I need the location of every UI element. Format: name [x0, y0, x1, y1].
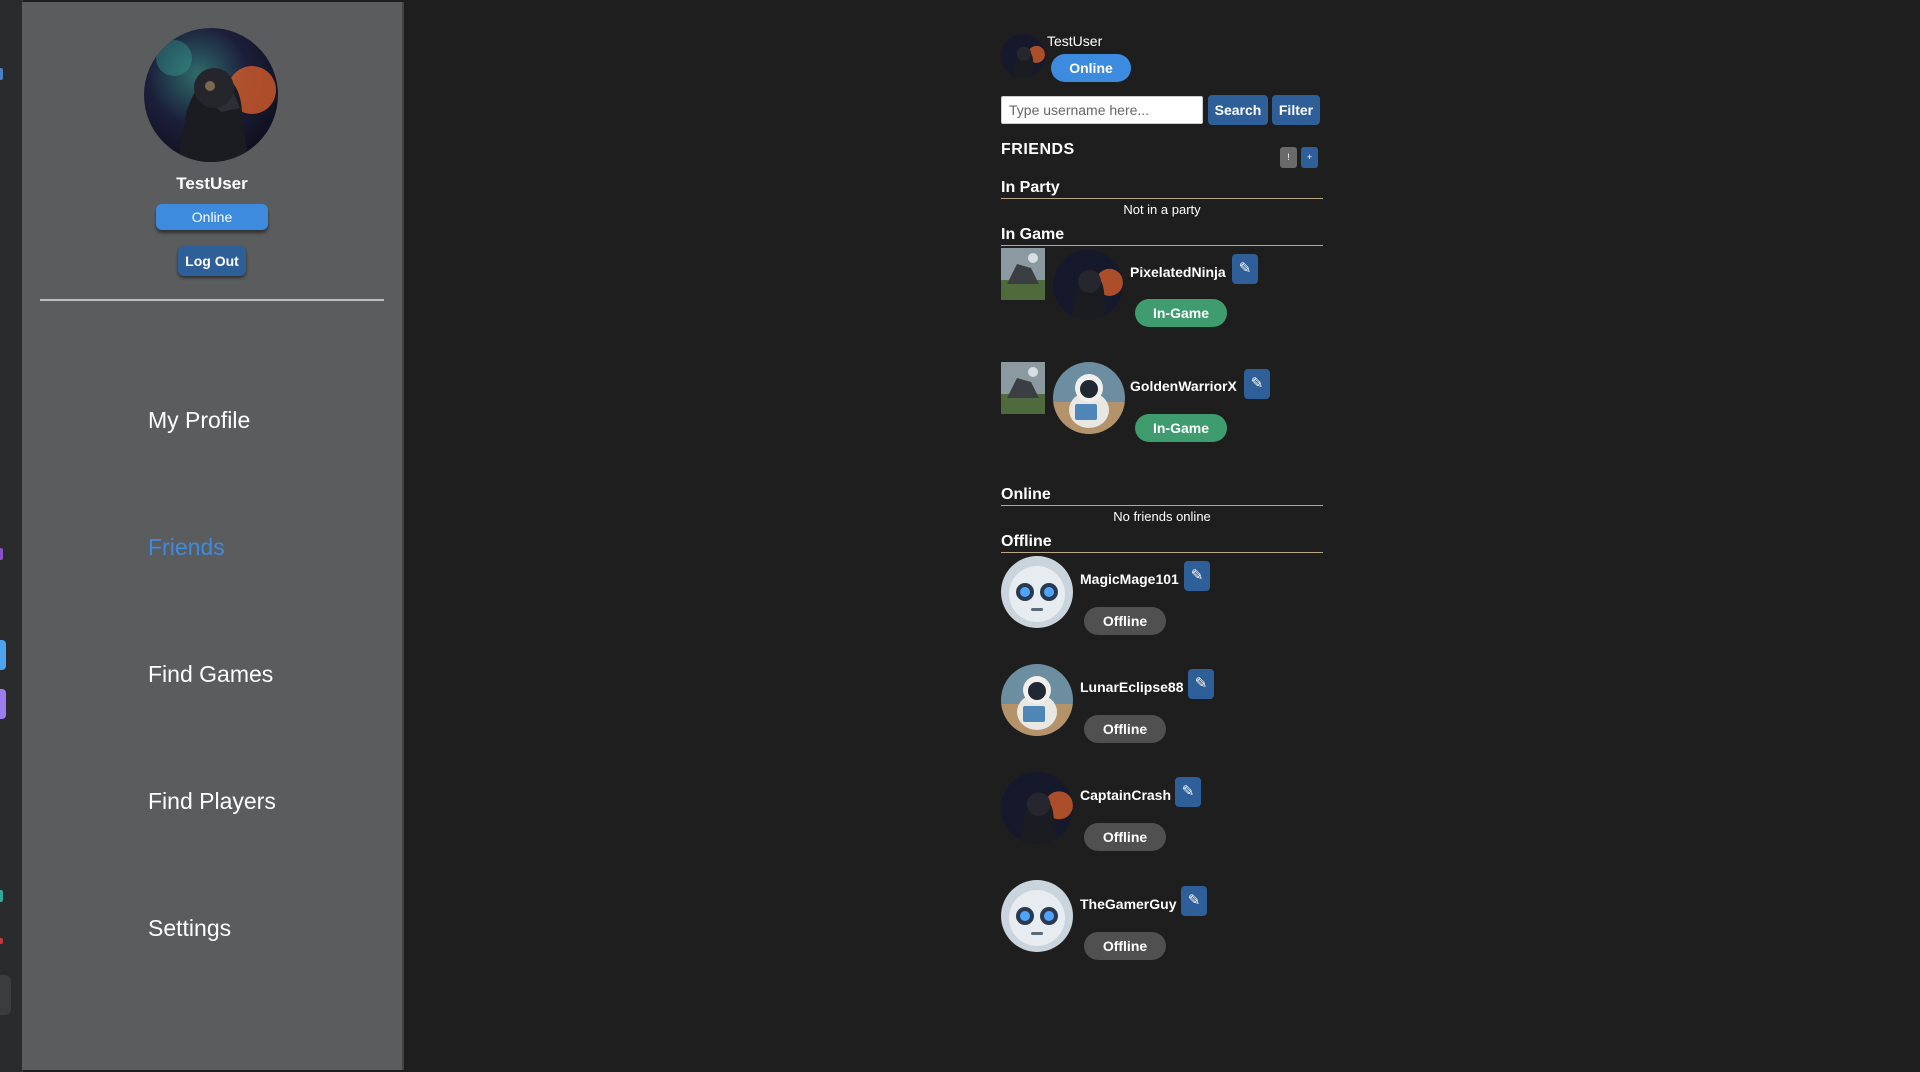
- sidebar-divider: [40, 299, 384, 301]
- section-offline: Offline: [1001, 532, 1323, 553]
- friend-status-badge: Offline: [1084, 823, 1166, 851]
- friend-name: PixelatedNinja: [1130, 264, 1226, 280]
- edit-icon[interactable]: ✎: [1175, 777, 1201, 807]
- section-in-party: In Party: [1001, 178, 1323, 199]
- user-avatar[interactable]: [144, 28, 278, 162]
- sidebar: TestUser Online Log Out My Profile Frien…: [22, 2, 404, 1070]
- nav-my-profile[interactable]: My Profile: [148, 407, 250, 434]
- dock-indicator: [0, 548, 3, 560]
- edit-icon[interactable]: ✎: [1184, 561, 1210, 591]
- current-user-status-button[interactable]: Online: [1051, 54, 1131, 82]
- friend-status-badge: In-Game: [1135, 414, 1227, 442]
- friend-name: TheGamerGuy: [1080, 896, 1177, 912]
- game-thumbnail[interactable]: [1001, 248, 1045, 300]
- friend-avatar[interactable]: [1001, 772, 1073, 844]
- friend-status-badge: In-Game: [1135, 299, 1227, 327]
- filter-button[interactable]: Filter: [1272, 95, 1320, 125]
- friend-avatar[interactable]: [1001, 880, 1073, 952]
- in-party-empty-message: Not in a party: [1123, 202, 1201, 217]
- edit-icon[interactable]: ✎: [1232, 254, 1258, 284]
- warrior-avatar-icon: [144, 28, 278, 162]
- friend-search-input[interactable]: [1001, 96, 1203, 124]
- dock-indicator: [0, 938, 3, 944]
- friend-requests-button[interactable]: !: [1280, 147, 1297, 168]
- friend-status-badge: Offline: [1084, 715, 1166, 743]
- dock-indicator: [0, 68, 3, 80]
- user-status-button[interactable]: Online: [156, 204, 268, 230]
- robot-avatar-icon: [1001, 556, 1073, 628]
- nav-find-players[interactable]: Find Players: [148, 788, 276, 815]
- friend-status-badge: Offline: [1084, 932, 1166, 960]
- game-art-icon: [1001, 248, 1045, 300]
- logout-button[interactable]: Log Out: [178, 246, 246, 276]
- warrior-avatar-icon: [1001, 34, 1045, 78]
- search-button[interactable]: Search: [1208, 95, 1268, 125]
- edit-icon[interactable]: ✎: [1181, 886, 1207, 916]
- friend-name: MagicMage101: [1080, 571, 1179, 587]
- friend-name: GoldenWarriorX: [1130, 378, 1237, 394]
- edit-icon[interactable]: ✎: [1188, 669, 1214, 699]
- friend-status-badge: Offline: [1084, 607, 1166, 635]
- dock-app-icon[interactable]: [0, 689, 6, 719]
- section-online: Online: [1001, 485, 1323, 506]
- friend-avatar[interactable]: [1053, 362, 1125, 434]
- friend-avatar[interactable]: [1053, 250, 1123, 320]
- dock-indicator: [0, 890, 3, 902]
- friend-avatar[interactable]: [1001, 556, 1073, 628]
- friend-name: CaptainCrash: [1080, 787, 1172, 803]
- current-user-name: TestUser: [1047, 33, 1103, 49]
- nav-settings[interactable]: Settings: [148, 915, 231, 942]
- astronaut-avatar-icon: [1053, 362, 1125, 434]
- dock-app-icon[interactable]: [0, 640, 6, 670]
- game-thumbnail[interactable]: [1001, 362, 1045, 414]
- robot-avatar-icon: [1001, 880, 1073, 952]
- astronaut-avatar-icon: [1001, 664, 1073, 736]
- dock-handle[interactable]: [0, 975, 11, 1015]
- warrior-avatar-icon: [1001, 772, 1073, 844]
- section-in-game: In Game: [1001, 225, 1323, 246]
- add-friend-button[interactable]: +: [1301, 147, 1318, 168]
- online-empty-message: No friends online: [1113, 509, 1211, 524]
- edit-icon[interactable]: ✎: [1244, 369, 1270, 399]
- game-art-icon: [1001, 362, 1045, 414]
- desktop-dock: [0, 0, 23, 1072]
- warrior-avatar-icon: [1053, 250, 1123, 320]
- nav-friends[interactable]: Friends: [148, 534, 225, 561]
- friends-heading: FRIENDS: [1001, 141, 1075, 158]
- friend-name: LunarEclipse88: [1080, 679, 1184, 695]
- user-name: TestUser: [176, 174, 248, 193]
- friend-avatar[interactable]: [1001, 664, 1073, 736]
- nav-find-games[interactable]: Find Games: [148, 661, 273, 688]
- current-user-avatar[interactable]: [1001, 34, 1045, 78]
